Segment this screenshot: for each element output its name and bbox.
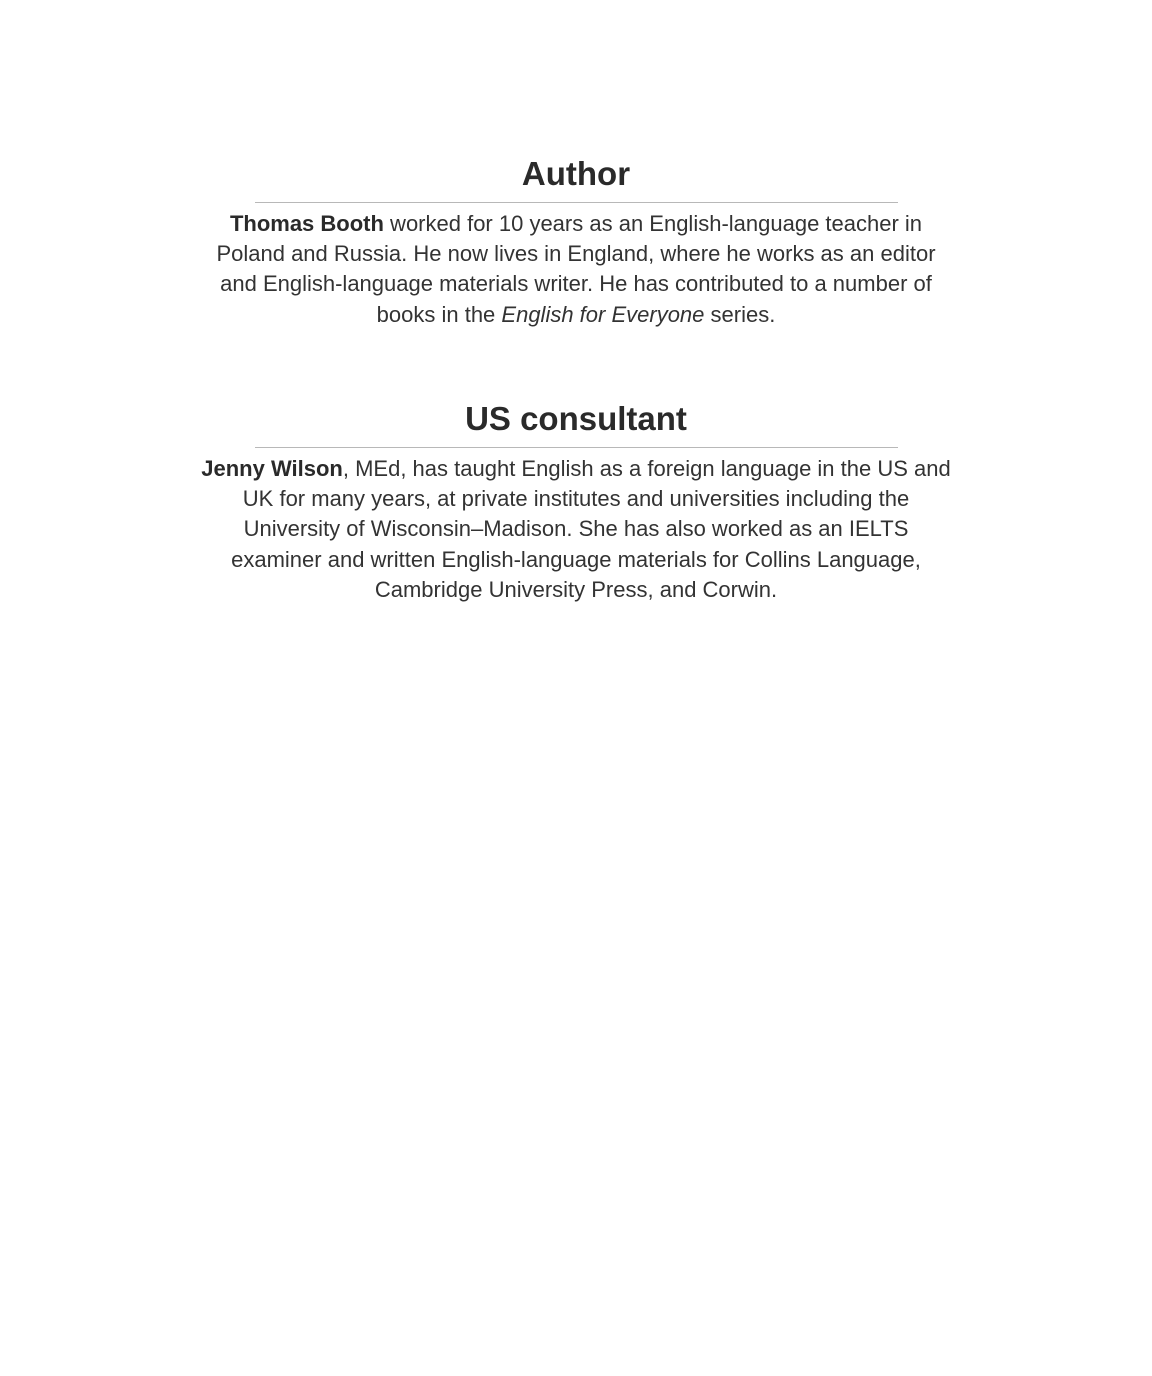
consultant-bio: Jenny Wilson, MEd, has taught English as… bbox=[200, 454, 952, 605]
consultant-section: US consultant Jenny Wilson, MEd, has tau… bbox=[200, 395, 952, 605]
author-bio: Thomas Booth worked for 10 years as an E… bbox=[200, 209, 952, 330]
consultant-name: Jenny Wilson bbox=[201, 456, 343, 481]
author-bio-end: series. bbox=[704, 301, 776, 327]
consultant-heading: US consultant bbox=[465, 400, 687, 437]
author-divider bbox=[254, 202, 898, 203]
author-section: Author Thomas Booth worked for 10 years … bbox=[200, 150, 952, 330]
author-heading: Author bbox=[521, 155, 631, 192]
consultant-divider bbox=[254, 447, 898, 448]
author-name: Thomas Booth bbox=[229, 211, 384, 236]
series-title: English for Everyone bbox=[501, 301, 705, 327]
page: Author Thomas Booth worked for 10 years … bbox=[0, 0, 1152, 1376]
